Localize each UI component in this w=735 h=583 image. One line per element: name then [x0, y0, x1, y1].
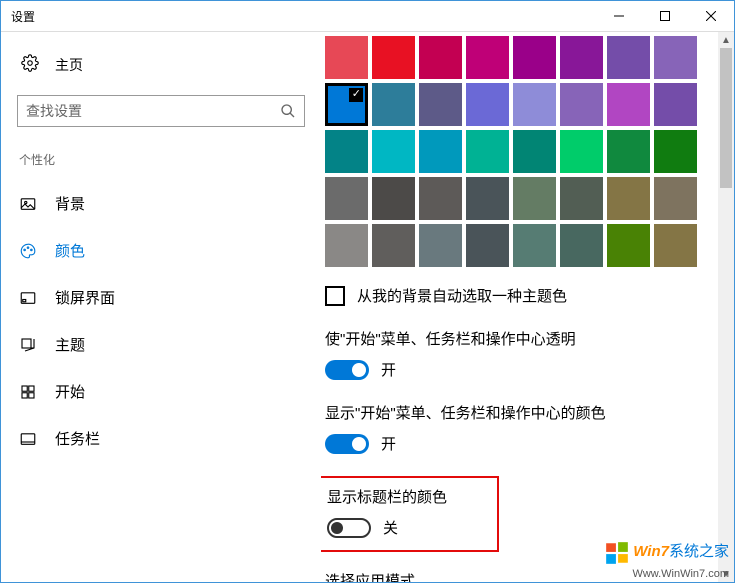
- show-titlebar-color-toggle[interactable]: [327, 518, 371, 538]
- taskbar-icon: [19, 430, 37, 448]
- titlebar: 设置: [1, 1, 734, 32]
- color-swatch[interactable]: [513, 83, 556, 126]
- color-swatch[interactable]: [419, 177, 462, 220]
- highlight-annotation: 显示标题栏的颜色 关: [321, 476, 499, 552]
- color-swatch[interactable]: [513, 130, 556, 173]
- color-swatch[interactable]: [419, 224, 462, 267]
- color-swatch[interactable]: [560, 130, 603, 173]
- color-swatch[interactable]: [466, 83, 509, 126]
- sidebar-item-label: 颜色: [55, 240, 85, 261]
- content: 从我的背景自动选取一种主题色 使"开始"菜单、任务栏和操作中心透明 开 显示"开…: [321, 32, 718, 582]
- content-wrap: 从我的背景自动选取一种主题色 使"开始"菜单、任务栏和操作中心透明 开 显示"开…: [321, 32, 734, 582]
- color-swatch[interactable]: [654, 36, 697, 79]
- color-swatch[interactable]: [654, 177, 697, 220]
- color-swatch[interactable]: [607, 177, 650, 220]
- sidebar-item-label: 任务栏: [55, 428, 100, 449]
- scroll-thumb[interactable]: [720, 48, 732, 188]
- sidebar-group-title: 个性化: [1, 145, 321, 180]
- sidebar-item-start[interactable]: 开始: [1, 368, 321, 415]
- color-swatch[interactable]: [560, 224, 603, 267]
- maximize-button[interactable]: [642, 1, 688, 31]
- color-swatch[interactable]: [560, 177, 603, 220]
- auto-pick-color-label: 从我的背景自动选取一种主题色: [357, 285, 567, 306]
- show-start-color-toggle[interactable]: [325, 434, 369, 454]
- palette-icon: [19, 242, 37, 260]
- color-swatch[interactable]: [325, 130, 368, 173]
- color-swatch[interactable]: [372, 36, 415, 79]
- color-swatch[interactable]: [325, 177, 368, 220]
- sidebar: 主页 查找设置 个性化 背景 颜色 锁屏界面 主题: [1, 32, 321, 582]
- sidebar-item-colors[interactable]: 颜色: [1, 227, 321, 274]
- color-swatch[interactable]: [325, 224, 368, 267]
- sidebar-item-label: 主题: [55, 334, 85, 355]
- lockscreen-icon: [19, 289, 37, 307]
- picture-icon: [19, 195, 37, 213]
- color-swatch[interactable]: [560, 83, 603, 126]
- scroll-up-icon[interactable]: ▲: [718, 32, 734, 48]
- color-swatch[interactable]: [466, 224, 509, 267]
- show-titlebar-color-state: 关: [383, 517, 398, 538]
- search-icon: [280, 103, 296, 119]
- color-swatch[interactable]: [372, 83, 415, 126]
- show-start-color-state: 开: [381, 433, 396, 454]
- color-swatch[interactable]: [466, 36, 509, 79]
- color-swatch[interactable]: [560, 36, 603, 79]
- window-body: 主页 查找设置 个性化 背景 颜色 锁屏界面 主题: [1, 32, 734, 582]
- home-row[interactable]: 主页: [1, 44, 321, 85]
- window-title: 设置: [1, 8, 596, 25]
- sidebar-item-lockscreen[interactable]: 锁屏界面: [1, 274, 321, 321]
- color-swatch[interactable]: [654, 130, 697, 173]
- scroll-down-icon[interactable]: ▼: [718, 566, 734, 582]
- sidebar-item-label: 背景: [55, 193, 85, 214]
- color-swatch[interactable]: [419, 83, 462, 126]
- transparent-start-label: 使"开始"菜单、任务栏和操作中心透明: [325, 328, 714, 349]
- color-swatch[interactable]: [654, 224, 697, 267]
- color-swatch[interactable]: [607, 36, 650, 79]
- sidebar-item-themes[interactable]: 主题: [1, 321, 321, 368]
- settings-window: 设置 主页 查找设置 个性化 背: [0, 0, 735, 583]
- app-mode-label: 选择应用模式: [325, 570, 714, 582]
- color-swatch[interactable]: [466, 130, 509, 173]
- show-titlebar-color-label: 显示标题栏的颜色: [327, 486, 447, 507]
- color-swatch[interactable]: [607, 224, 650, 267]
- color-swatch[interactable]: [607, 130, 650, 173]
- color-swatch[interactable]: [513, 224, 556, 267]
- show-start-color-label: 显示"开始"菜单、任务栏和操作中心的颜色: [325, 402, 714, 423]
- color-palette: [325, 36, 714, 267]
- gear-icon: [21, 54, 39, 75]
- checkbox-icon[interactable]: [325, 286, 345, 306]
- vertical-scrollbar[interactable]: ▲ ▼: [718, 32, 734, 582]
- color-swatch[interactable]: [513, 177, 556, 220]
- show-start-color-toggle-row: 开: [325, 433, 714, 454]
- close-button[interactable]: [688, 1, 734, 31]
- color-swatch[interactable]: [654, 83, 697, 126]
- auto-pick-color-row[interactable]: 从我的背景自动选取一种主题色: [325, 285, 714, 306]
- sidebar-item-background[interactable]: 背景: [1, 180, 321, 227]
- minimize-button[interactable]: [596, 1, 642, 31]
- sidebar-item-label: 开始: [55, 381, 85, 402]
- color-swatch[interactable]: [419, 130, 462, 173]
- transparent-start-state: 开: [381, 359, 396, 380]
- sidebar-item-taskbar[interactable]: 任务栏: [1, 415, 321, 462]
- color-swatch[interactable]: [419, 36, 462, 79]
- color-swatch[interactable]: [325, 36, 368, 79]
- color-swatch[interactable]: [466, 177, 509, 220]
- home-label: 主页: [55, 55, 83, 75]
- color-swatch[interactable]: [325, 83, 368, 126]
- transparent-start-toggle[interactable]: [325, 360, 369, 380]
- color-swatch[interactable]: [372, 130, 415, 173]
- color-swatch[interactable]: [372, 224, 415, 267]
- start-icon: [19, 383, 37, 401]
- transparent-start-toggle-row: 开: [325, 359, 714, 380]
- color-swatch[interactable]: [607, 83, 650, 126]
- color-swatch[interactable]: [513, 36, 556, 79]
- theme-icon: [19, 336, 37, 354]
- color-swatch[interactable]: [372, 177, 415, 220]
- search-input[interactable]: 查找设置: [17, 95, 305, 127]
- search-placeholder: 查找设置: [26, 101, 280, 121]
- sidebar-item-label: 锁屏界面: [55, 287, 115, 308]
- show-titlebar-color-toggle-row: 关: [327, 517, 447, 538]
